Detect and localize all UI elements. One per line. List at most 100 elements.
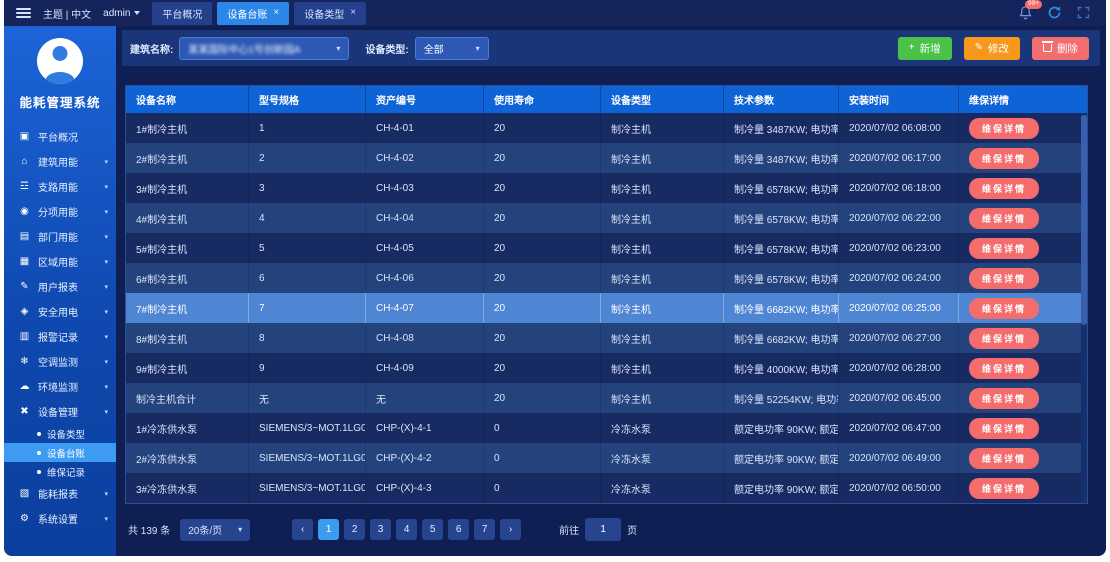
maintenance-detail-button[interactable]: 维保详情 — [969, 478, 1039, 499]
pager-page-5[interactable]: 5 — [422, 519, 443, 540]
target-icon: ◉ — [17, 206, 32, 217]
table-row[interactable]: 9#制冷主机9CH-4-0920制冷主机制冷量 4000KW; 电功率 4...… — [126, 353, 1087, 383]
pager-page-1[interactable]: 1 — [318, 519, 339, 540]
chevron-down-icon: ▾ — [336, 44, 340, 53]
cell-asset: CH-4-04 — [366, 203, 484, 233]
sidebar-item-14[interactable]: ⚙系统设置▾ — [4, 506, 116, 531]
pager-page-4[interactable]: 4 — [396, 519, 417, 540]
sidebar-item-4[interactable]: ◉分项用能▾ — [4, 199, 116, 224]
cell-detail: 维保详情 — [959, 113, 1087, 143]
sidebar-item-11[interactable]: ☁环境监测▾ — [4, 374, 116, 399]
maintenance-detail-button[interactable]: 维保详情 — [969, 268, 1039, 289]
fullscreen-icon[interactable] — [1076, 5, 1092, 21]
sidebar-item-12[interactable]: ✖设备管理▾ — [4, 399, 116, 424]
column-header: 安装时间 — [839, 86, 959, 113]
sidebar-item-label: 建筑用能 — [38, 154, 78, 169]
sidebar-item-13[interactable]: ▧能耗报表▾ — [4, 481, 116, 506]
trash-icon — [1043, 44, 1052, 52]
table-scrollbar-thumb[interactable] — [1081, 115, 1087, 325]
add-button[interactable]: + 新增 — [898, 37, 952, 60]
pager-page-3[interactable]: 3 — [370, 519, 391, 540]
column-header: 维保详情 — [959, 86, 1087, 113]
maintenance-detail-button[interactable]: 维保详情 — [969, 358, 1039, 379]
cell-time: 2020/07/02 06:28:00 — [839, 353, 959, 383]
table-row[interactable]: 1#冷冻供水泵SIEMENS/3~MOT.1LG028...CHP-(X)-4-… — [126, 413, 1087, 443]
chevron-icon: ▾ — [104, 283, 108, 291]
tab-1[interactable]: 平台概况 — [152, 2, 212, 25]
notification-bell-icon[interactable]: 99+ — [1018, 5, 1034, 21]
table-body: 1#制冷主机1CH-4-0120制冷主机制冷量 3487KW; 电功率 2...… — [126, 113, 1087, 503]
pager-page-7[interactable]: 7 — [474, 519, 495, 540]
table-row[interactable]: 2#冷冻供水泵SIEMENS/3~MOT.1LG028...CHP-(X)-4-… — [126, 443, 1087, 473]
page-size-select[interactable]: 20条/页 ▾ — [180, 519, 250, 541]
sidebar-item-7[interactable]: ✎用户报表▾ — [4, 274, 116, 299]
sidebar-item-3[interactable]: ☲支路用能▾ — [4, 174, 116, 199]
sidebar-item-1[interactable]: ▣平台概况 — [4, 124, 116, 149]
tab-close-icon[interactable]: × — [350, 8, 356, 18]
table-row[interactable]: 3#制冷主机3CH-4-0320制冷主机制冷量 6578KW; 电功率 2...… — [126, 173, 1087, 203]
edit-button[interactable]: ✎ 修改 — [964, 37, 1020, 60]
sidebar-item-6[interactable]: ▦区域用能▾ — [4, 249, 116, 274]
building-select[interactable]: 某某国际中心1号创新园A ▾ — [179, 37, 349, 60]
top-icons: 99+ — [1018, 5, 1092, 21]
pager-prev-button[interactable]: ‹ — [292, 519, 313, 540]
hamburger-menu-icon[interactable] — [16, 8, 31, 18]
maintenance-detail-button[interactable]: 维保详情 — [969, 328, 1039, 349]
pager-page-2[interactable]: 2 — [344, 519, 365, 540]
tab-close-icon[interactable]: × — [273, 8, 279, 18]
table-row[interactable]: 6#制冷主机6CH-4-0620制冷主机制冷量 6578KW; 电功率 2...… — [126, 263, 1087, 293]
tab-2[interactable]: 设备台账× — [217, 2, 289, 25]
maintenance-detail-button[interactable]: 维保详情 — [969, 418, 1039, 439]
sidebar-item-2[interactable]: ⌂建筑用能▾ — [4, 149, 116, 174]
cell-time: 2020/07/02 06:50:00 — [839, 473, 959, 503]
cell-detail: 维保详情 — [959, 263, 1087, 293]
cell-type: 制冷主机 — [601, 353, 724, 383]
sidebar-subitem-2[interactable]: 设备台账 — [4, 443, 116, 462]
maintenance-detail-button[interactable]: 维保详情 — [969, 238, 1039, 259]
maintenance-detail-button[interactable]: 维保详情 — [969, 148, 1039, 169]
pager-page-6[interactable]: 6 — [448, 519, 469, 540]
sidebar-subitem-3[interactable]: 维保记录 — [4, 462, 116, 481]
pager-next-button[interactable]: › — [500, 519, 521, 540]
cell-asset: CHP-(X)-4-2 — [366, 443, 484, 473]
chevron-icon: ▾ — [104, 333, 108, 341]
maintenance-detail-button[interactable]: 维保详情 — [969, 118, 1039, 139]
maintenance-detail-button[interactable]: 维保详情 — [969, 298, 1039, 319]
table-scrollbar-track[interactable] — [1081, 113, 1087, 503]
cell-type: 制冷主机 — [601, 293, 724, 323]
cell-life: 0 — [484, 473, 601, 503]
user-menu[interactable]: admin — [103, 8, 140, 19]
sidebar-item-8[interactable]: ◈安全用电▾ — [4, 299, 116, 324]
table-row[interactable]: 制冷主机合计无无20制冷主机制冷量 52254KW; 电功率 ...2020/0… — [126, 383, 1087, 413]
device-type-select[interactable]: 全部 ▾ — [415, 37, 489, 60]
table-row[interactable]: 4#制冷主机4CH-4-0420制冷主机制冷量 6578KW; 电功率 2...… — [126, 203, 1087, 233]
table-row[interactable]: 3#冷冻供水泵SIEMENS/3~MOT.1LG028...CHP-(X)-4-… — [126, 473, 1087, 503]
maintenance-detail-button[interactable]: 维保详情 — [969, 448, 1039, 469]
table-row[interactable]: 5#制冷主机5CH-4-0520制冷主机制冷量 6578KW; 电功率 2...… — [126, 233, 1087, 263]
table-row[interactable]: 1#制冷主机1CH-4-0120制冷主机制冷量 3487KW; 电功率 2...… — [126, 113, 1087, 143]
refresh-icon[interactable] — [1047, 5, 1063, 21]
sidebar-item-5[interactable]: ▤部门用能▾ — [4, 224, 116, 249]
sidebar-item-10[interactable]: ❄空调监测▾ — [4, 349, 116, 374]
table-row[interactable]: 2#制冷主机2CH-4-0220制冷主机制冷量 3487KW; 电功率 2...… — [126, 143, 1087, 173]
page-size-value: 20条/页 — [188, 522, 222, 537]
sidebar-item-9[interactable]: ▥报警记录▾ — [4, 324, 116, 349]
goto-label: 前往 — [559, 522, 579, 537]
table-row[interactable]: 8#制冷主机8CH-4-0820制冷主机制冷量 6682KW; 电功率 1...… — [126, 323, 1087, 353]
app-window: 主题 | 中文 admin 平台概况设备台账×设备类型× 99+ 能耗管理系统 … — [4, 0, 1106, 556]
table-row[interactable]: 7#制冷主机7CH-4-0720制冷主机制冷量 6682KW; 电功率 1...… — [126, 293, 1087, 323]
chevron-icon: ▾ — [104, 258, 108, 266]
delete-button[interactable]: 删除 — [1032, 37, 1089, 60]
maintenance-detail-button[interactable]: 维保详情 — [969, 178, 1039, 199]
theme-language-switch[interactable]: 主题 | 中文 — [43, 6, 91, 21]
cell-name: 2#冷冻供水泵 — [126, 443, 249, 473]
sidebar-subitem-1[interactable]: 设备类型 — [4, 424, 116, 443]
maintenance-detail-button[interactable]: 维保详情 — [969, 388, 1039, 409]
cell-name: 1#冷冻供水泵 — [126, 413, 249, 443]
tab-3[interactable]: 设备类型× — [294, 2, 366, 25]
building-icon: ⌂ — [17, 156, 32, 167]
goto-page-input[interactable] — [585, 518, 621, 541]
cell-asset: CH-4-06 — [366, 263, 484, 293]
bullet-icon — [37, 451, 41, 455]
maintenance-detail-button[interactable]: 维保详情 — [969, 208, 1039, 229]
